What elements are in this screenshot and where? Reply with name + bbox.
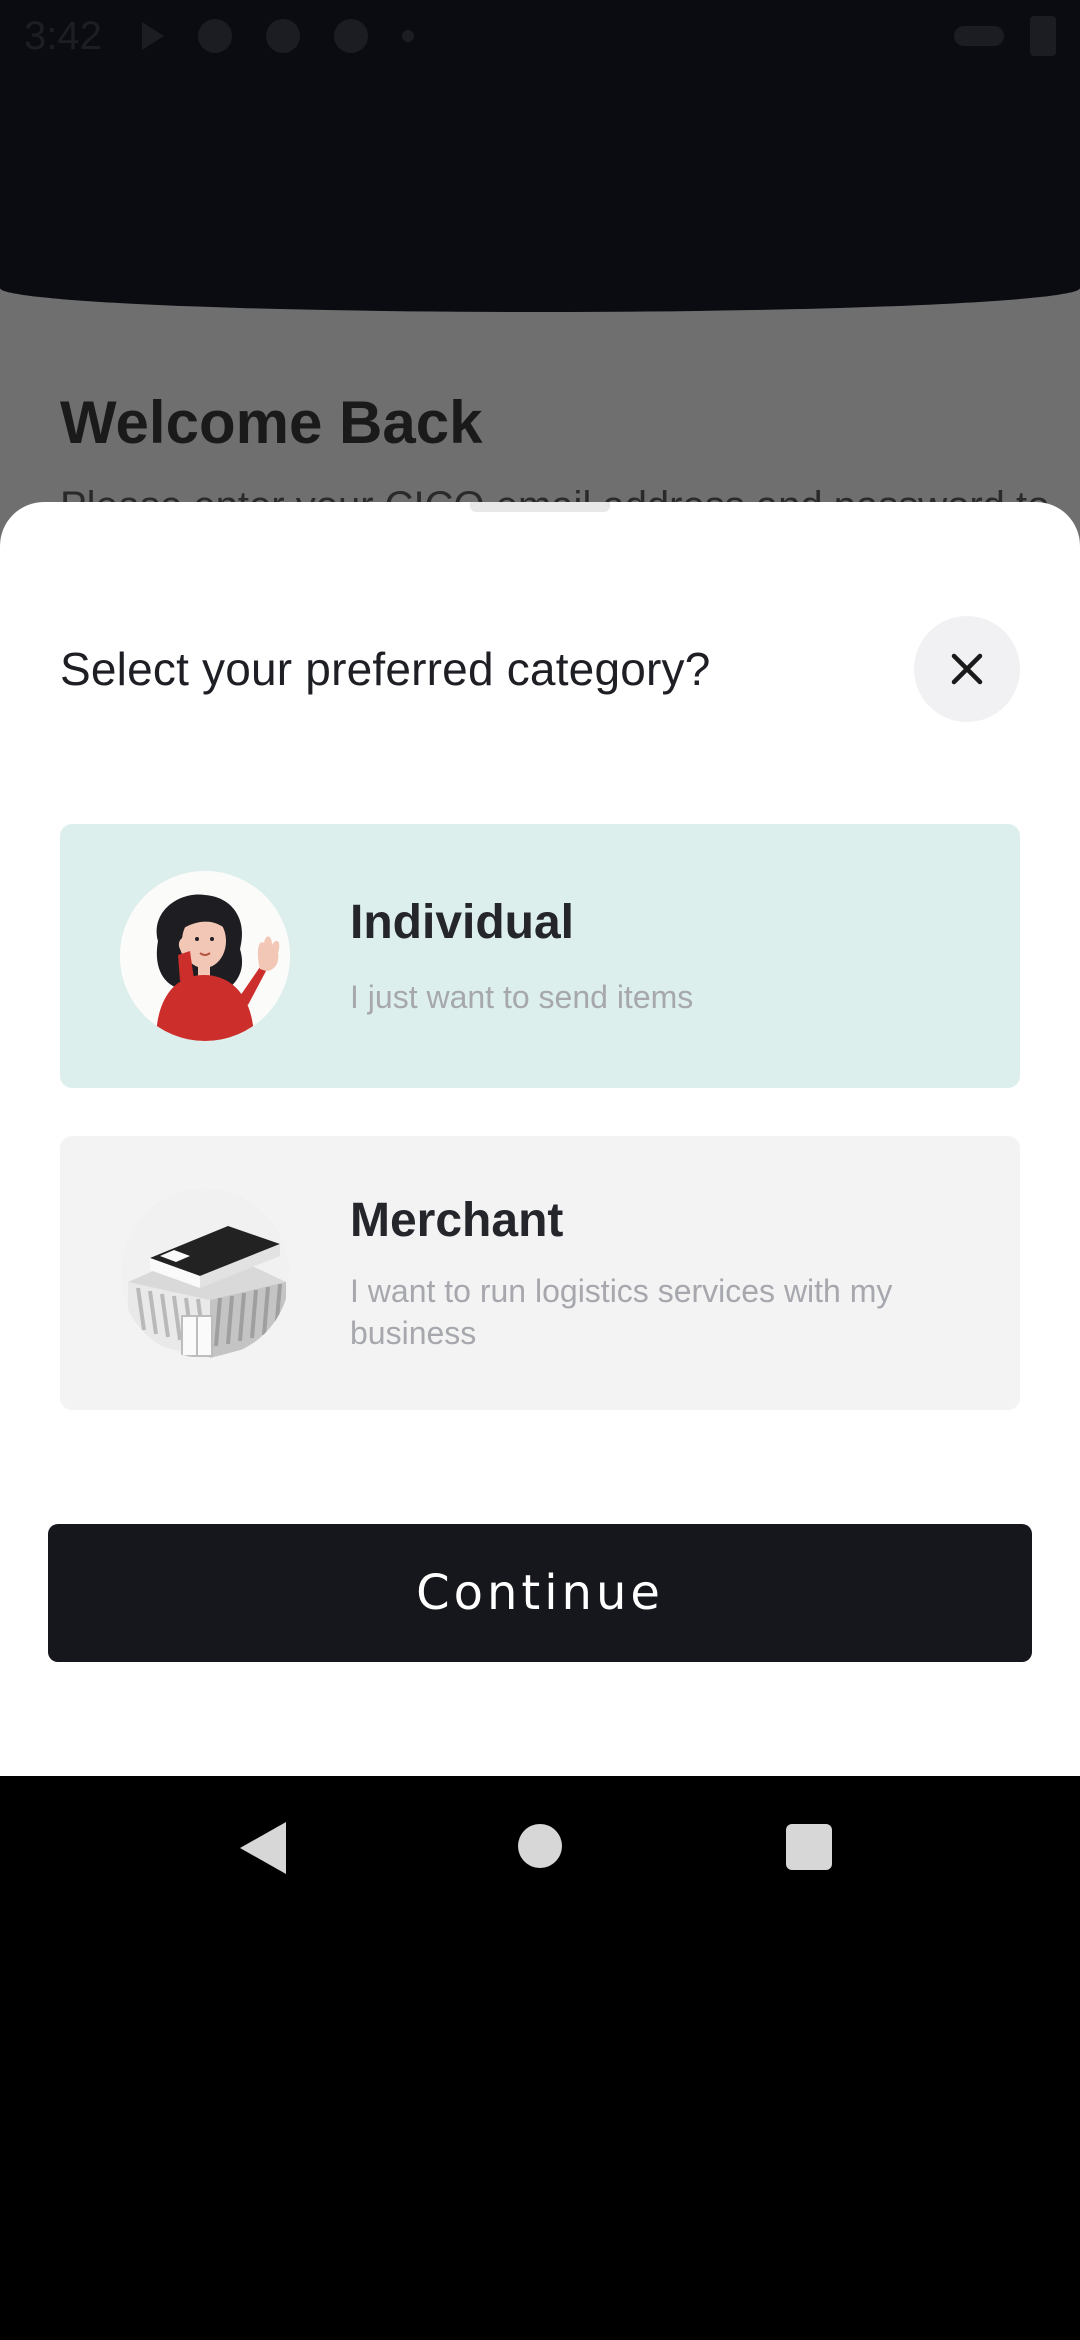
play-icon <box>141 22 164 50</box>
battery-icon <box>1030 16 1056 56</box>
recycle-icon <box>265 19 300 53</box>
home-icon[interactable] <box>518 1824 562 1868</box>
data-arrows-icon <box>954 26 1004 46</box>
sheet-handle[interactable] <box>470 502 610 512</box>
status-bar: 3:42 <box>0 0 1080 72</box>
option-individual-title: Individual <box>350 895 575 949</box>
continue-button[interactable]: Continue <box>48 1524 1032 1662</box>
close-button[interactable] <box>914 616 1020 722</box>
back-icon[interactable] <box>240 1822 286 1874</box>
navigation-bar <box>0 1776 1080 1920</box>
recents-icon[interactable] <box>786 1824 832 1870</box>
option-merchant[interactable]: Merchant I want to run logistics service… <box>60 1136 1020 1410</box>
option-individual-description: I just want to send items <box>350 978 694 1015</box>
building-illustration <box>120 1188 290 1358</box>
option-individual[interactable]: Individual I just want to send items <box>60 824 1020 1088</box>
option-merchant-description: I want to run logistics services with my… <box>350 1272 893 1351</box>
category-bottom-sheet: Select your preferred category? Individu… <box>0 502 1080 1776</box>
ssd-icon <box>197 19 232 53</box>
close-icon <box>951 653 983 685</box>
person-waving-illustration <box>120 871 290 1041</box>
globe-icon <box>333 19 368 53</box>
status-time: 3:42 <box>24 13 102 58</box>
option-merchant-title: Merchant <box>350 1193 564 1247</box>
dot-icon <box>401 30 414 42</box>
sheet-title: Select your preferred category? <box>60 643 711 695</box>
welcome-title: Welcome Back <box>60 389 483 456</box>
